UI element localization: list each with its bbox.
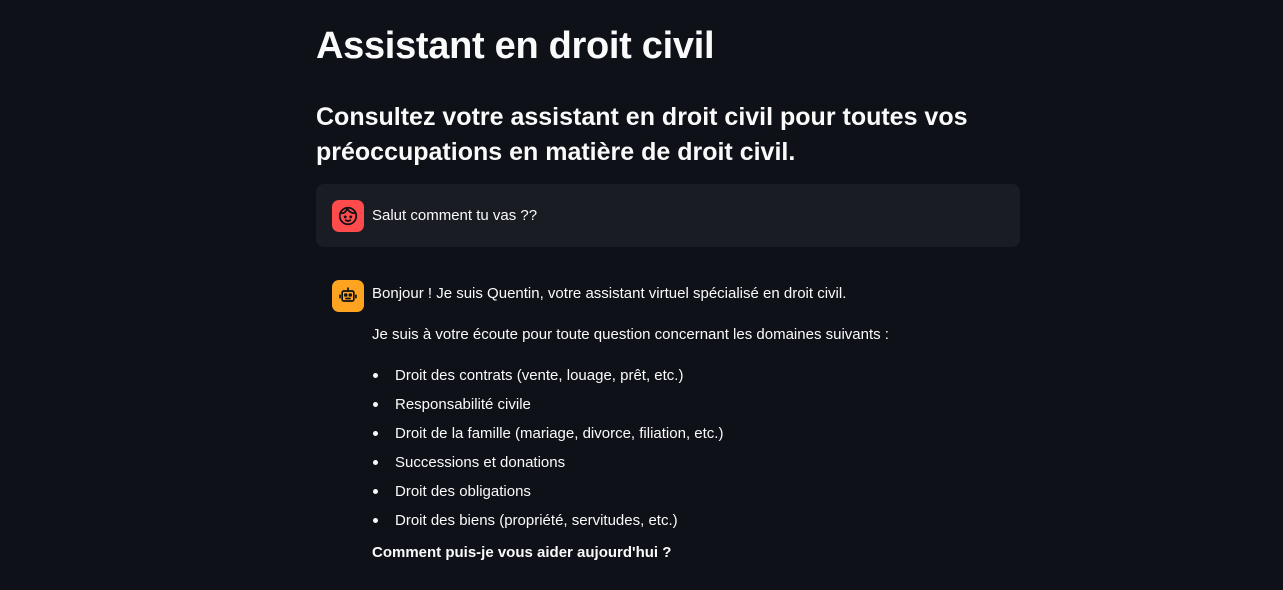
assistant-message-body: Bonjour ! Je suis Quentin, votre assista… (372, 283, 1012, 563)
list-item: Droit des obligations (372, 481, 1012, 510)
user-avatar (332, 200, 364, 232)
user-chat-message: Salut comment tu vas ?? (316, 184, 1020, 247)
list-item: Droit des biens (propriété, servitudes, … (372, 510, 1012, 539)
assistant-closing: Comment puis-je vous aider aujourd'hui ? (372, 544, 672, 561)
page-title: Assistant en droit civil (316, 25, 715, 67)
assistant-chat-message: Bonjour ! Je suis Quentin, votre assista… (316, 264, 1020, 590)
assistant-listen: Je suis à votre écoute pour toute questi… (372, 326, 889, 343)
user-face-icon (338, 206, 358, 226)
robot-icon (339, 287, 357, 302)
list-item: Droit de la famille (mariage, divorce, f… (372, 423, 1012, 452)
list-item: Successions et donations (372, 452, 1012, 481)
domains-list: Droit des contrats (vente, louage, prêt,… (372, 365, 1012, 539)
assistant-intro: Bonjour ! Je suis Quentin, votre assista… (372, 285, 847, 302)
list-item: Droit des contrats (vente, louage, prêt,… (372, 365, 1012, 394)
page-subtitle: Consultez votre assistant en droit civil… (316, 103, 968, 166)
user-message-text: Salut comment tu vas ?? (372, 207, 538, 224)
list-item: Responsabilité civile (372, 394, 1012, 423)
assistant-avatar (332, 280, 364, 312)
